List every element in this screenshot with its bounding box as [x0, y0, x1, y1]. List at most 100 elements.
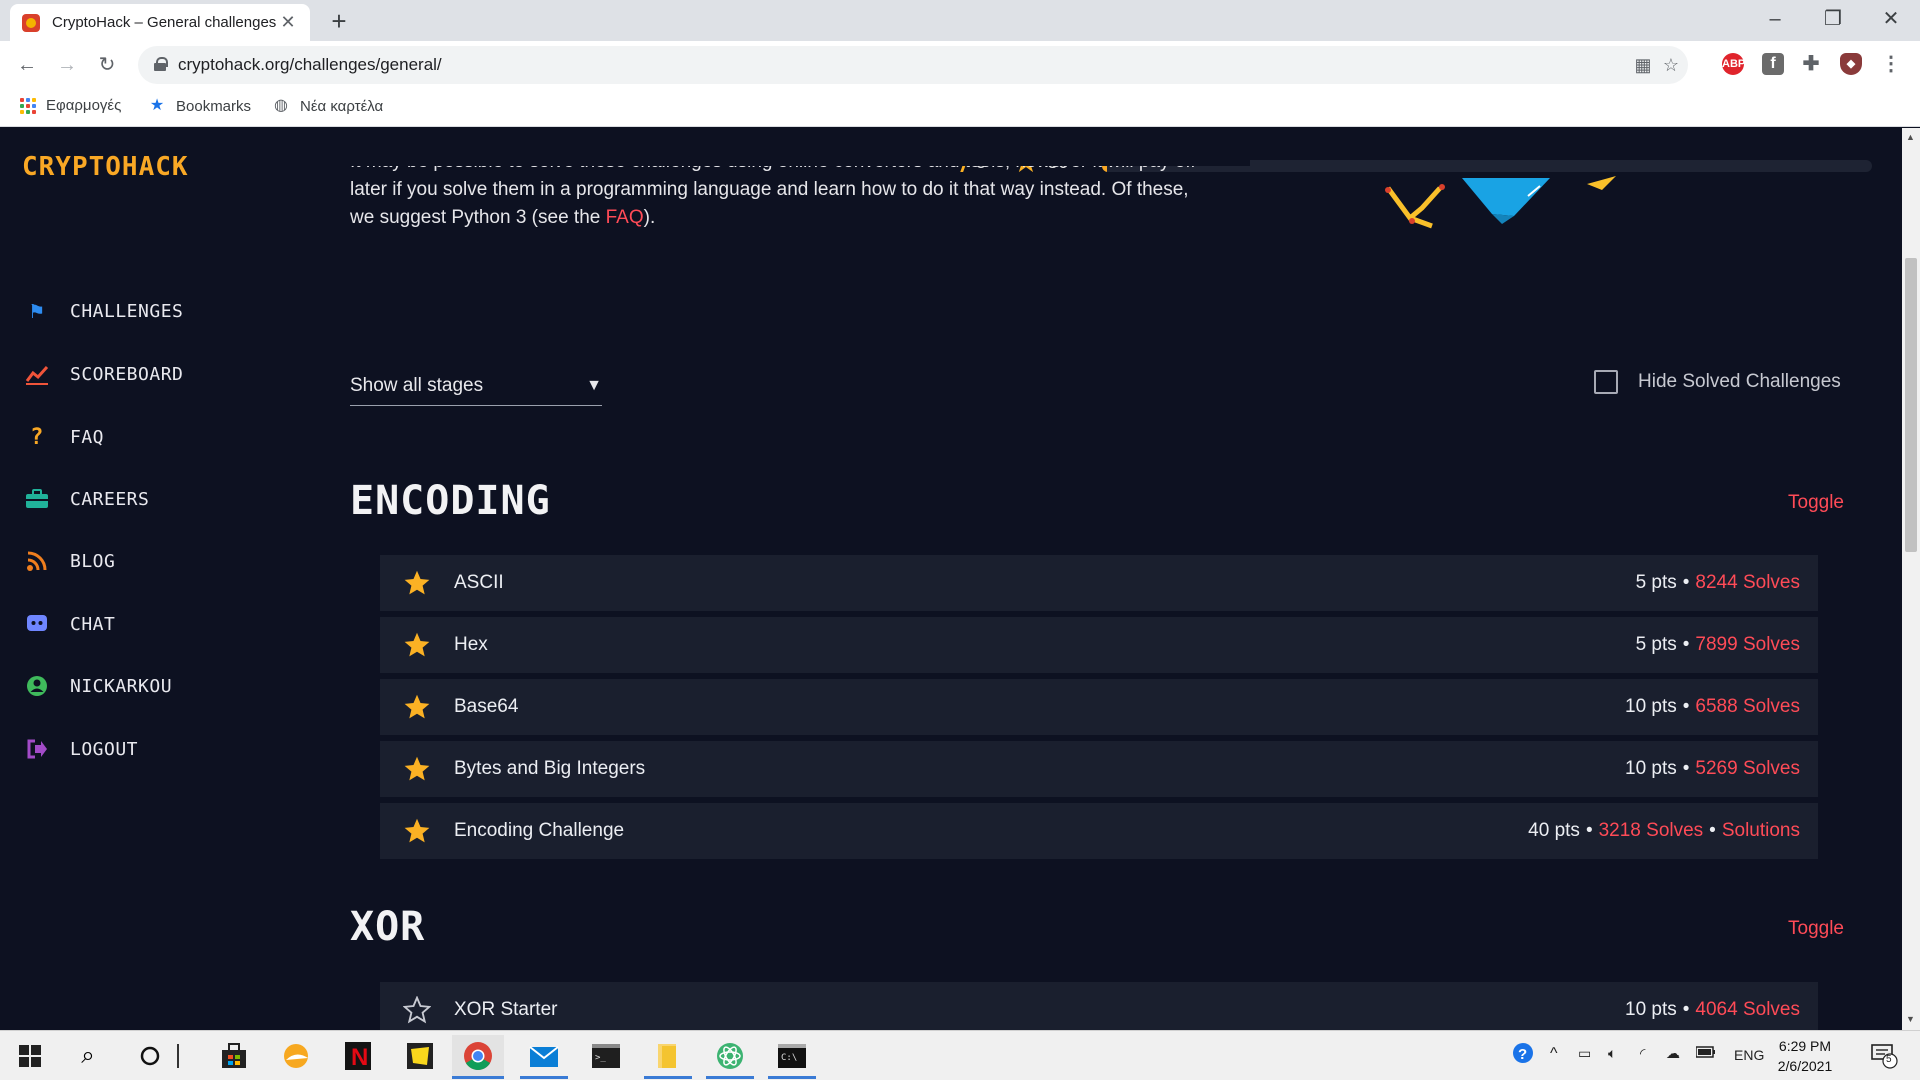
- minimize-button[interactable]: –: [1748, 0, 1802, 41]
- file-explorer-icon[interactable]: [644, 1035, 692, 1079]
- stage-select-dropdown[interactable]: Show all stages ▼: [350, 366, 602, 406]
- toggle-xor-button[interactable]: Toggle: [1788, 918, 1844, 940]
- page-scrollbar[interactable]: ▲ ▼: [1902, 128, 1920, 1030]
- sidebar-item-label: CHAT: [70, 613, 116, 635]
- discord-icon: [24, 611, 50, 637]
- browser-toolbar: ← → ↻ cryptohack.org/challenges/general/…: [0, 41, 1920, 89]
- action-center-icon[interactable]: 5: [1870, 1041, 1898, 1072]
- challenge-solves-link[interactable]: 7899 Solves: [1695, 634, 1800, 655]
- challenge-points: 5 pts: [1635, 572, 1677, 593]
- scrollbar-thumb[interactable]: [1905, 258, 1917, 552]
- stage-select-value: Show all stages: [350, 374, 484, 396]
- challenge-solves-link[interactable]: 3218 Solves: [1599, 820, 1704, 841]
- notification-count: 5: [1886, 1054, 1892, 1065]
- flag-icon: ⚑: [30, 298, 44, 324]
- qr-code-icon[interactable]: ▦: [1632, 54, 1654, 76]
- cortana-icon[interactable]: [126, 1035, 174, 1077]
- hide-solved-checkbox[interactable]: [1594, 370, 1618, 394]
- network-tray-icon[interactable]: ▭: [1578, 1045, 1591, 1062]
- bookmark-bookmarks[interactable]: ★ Bookmarks: [148, 97, 251, 115]
- challenge-meta: 40 pts • 3218 Solves • Solutions: [1528, 820, 1800, 841]
- challenge-row[interactable]: Hex 5 pts • 7899 Solves: [380, 617, 1818, 673]
- netflix-icon[interactable]: N: [334, 1035, 382, 1077]
- chrome-taskbar-icon[interactable]: [452, 1035, 504, 1079]
- onedrive-icon[interactable]: ☁︎: [1666, 1045, 1680, 1062]
- bookmark-new-tab[interactable]: ◍ Νέα καρτέλα: [272, 97, 383, 115]
- header-illustration: [1385, 176, 1616, 229]
- bookmark-star-icon[interactable]: ☆: [1660, 54, 1682, 76]
- faq-link[interactable]: FAQ: [606, 207, 644, 228]
- search-icon[interactable]: ⌕: [64, 1035, 112, 1077]
- sidebar-item-faq[interactable]: ? FAQ: [24, 422, 104, 452]
- store-icon[interactable]: [210, 1035, 258, 1077]
- help-icon[interactable]: ?: [1512, 1042, 1534, 1067]
- challenge-solutions-link[interactable]: Solutions: [1722, 820, 1800, 841]
- forward-button[interactable]: →: [52, 50, 82, 80]
- adblock-extension-icon[interactable]: ABP: [1722, 53, 1745, 75]
- challenge-points: 10 pts: [1625, 999, 1677, 1020]
- rss-icon: [24, 548, 50, 574]
- challenge-solves-link[interactable]: 8244 Solves: [1695, 572, 1800, 593]
- challenge-meta: 10 pts • 5269 Solves: [1625, 758, 1800, 779]
- hide-solved-label: Hide Solved Challenges: [1638, 371, 1841, 392]
- tab-close-icon[interactable]: ✕: [278, 12, 298, 33]
- svg-text:?: ?: [1518, 1046, 1527, 1063]
- new-tab-button[interactable]: +: [324, 6, 354, 36]
- challenge-row[interactable]: Encoding Challenge 40 pts • 3218 Solves • So…: [380, 803, 1818, 859]
- apps-grid-icon: [20, 97, 36, 114]
- browser-tab[interactable]: CryptoHack – General challenges ✕: [10, 4, 310, 41]
- challenge-name: Hex: [454, 634, 488, 655]
- site-logo[interactable]: CRYPTOHACK: [22, 152, 189, 182]
- challenge-points: 10 pts: [1625, 758, 1677, 779]
- svg-text:C:\: C:\: [781, 1053, 797, 1063]
- system-clock[interactable]: 6:29 PM 2/6/2021: [1760, 1036, 1850, 1076]
- challenge-row[interactable]: Base64 10 pts • 6588 Solves: [380, 679, 1818, 735]
- challenge-row[interactable]: Bytes and Big Integers 10 pts • 5269 Solve…: [380, 741, 1818, 797]
- toggle-encoding-button[interactable]: Toggle: [1788, 492, 1844, 514]
- wifi-icon[interactable]: ◜: [1640, 1045, 1645, 1062]
- windows-start-icon[interactable]: [6, 1035, 54, 1077]
- battery-icon[interactable]: [1695, 1045, 1716, 1061]
- section-title-xor: XOR: [350, 904, 426, 950]
- star-solved-icon: [402, 630, 432, 660]
- address-bar[interactable]: cryptohack.org/challenges/general/ ▦ ☆: [138, 46, 1688, 84]
- lock-icon[interactable]: [154, 57, 168, 71]
- atom-editor-icon[interactable]: [706, 1035, 754, 1079]
- mail-icon[interactable]: [520, 1035, 568, 1079]
- photos-app-icon[interactable]: [272, 1035, 320, 1077]
- sidebar-item-careers[interactable]: CAREERS: [24, 484, 149, 514]
- menu-kebab-icon[interactable]: ⋮: [1880, 53, 1902, 75]
- challenge-row[interactable]: XOR Starter 10 pts • 4064 Solves: [380, 982, 1818, 1030]
- scroll-down-arrow-icon[interactable]: ▼: [1906, 1014, 1915, 1024]
- reload-button[interactable]: ↻: [92, 50, 122, 80]
- sidebar-item-scoreboard[interactable]: SCOREBOARD: [24, 359, 183, 389]
- command-prompt-icon[interactable]: C:\: [768, 1035, 816, 1079]
- sidebar-item-profile[interactable]: NICKARKOU: [24, 671, 172, 701]
- sidebar-item-blog[interactable]: BLOG: [24, 546, 115, 576]
- hide-solved-toggle[interactable]: Hide Solved Challenges: [1594, 370, 1841, 394]
- sidebar-item-label: FAQ: [70, 426, 105, 448]
- challenge-solves-link[interactable]: 5269 Solves: [1695, 758, 1800, 779]
- facebook-extension-icon[interactable]: f: [1762, 53, 1784, 75]
- sticky-notes-icon[interactable]: [396, 1035, 444, 1077]
- sidebar-item-challenges[interactable]: ⚑ CHALLENGES: [24, 296, 183, 326]
- extensions-puzzle-icon[interactable]: ✚: [1800, 53, 1822, 75]
- tab-title: CryptoHack – General challenges: [52, 14, 277, 31]
- bookmark-apps[interactable]: Εφαρμογές: [20, 97, 121, 114]
- challenge-solves-link[interactable]: 6588 Solves: [1695, 696, 1800, 717]
- sidebar-item-logout[interactable]: LOGOUT: [24, 734, 138, 764]
- window-close-button[interactable]: ✕: [1864, 0, 1918, 41]
- maximize-button[interactable]: ❐: [1806, 0, 1860, 41]
- volume-icon[interactable]: 🔈︎: [1608, 1045, 1616, 1062]
- challenge-name: Encoding Challenge: [454, 820, 625, 841]
- back-button[interactable]: ←: [12, 50, 42, 80]
- task-view-icon[interactable]: [168, 1035, 188, 1077]
- terminal-icon[interactable]: >_: [582, 1035, 630, 1077]
- sidebar-item-chat[interactable]: CHAT: [24, 609, 115, 639]
- scroll-up-arrow-icon[interactable]: ▲: [1906, 132, 1915, 142]
- shield-extension-icon[interactable]: ◆: [1840, 53, 1862, 75]
- challenge-row[interactable]: ASCII 5 pts • 8244 Solves: [380, 555, 1818, 611]
- url-text[interactable]: cryptohack.org/challenges/general/: [178, 55, 442, 75]
- tray-chevron-up-icon[interactable]: ^: [1550, 1045, 1558, 1063]
- challenge-solves-link[interactable]: 4064 Solves: [1695, 999, 1800, 1020]
